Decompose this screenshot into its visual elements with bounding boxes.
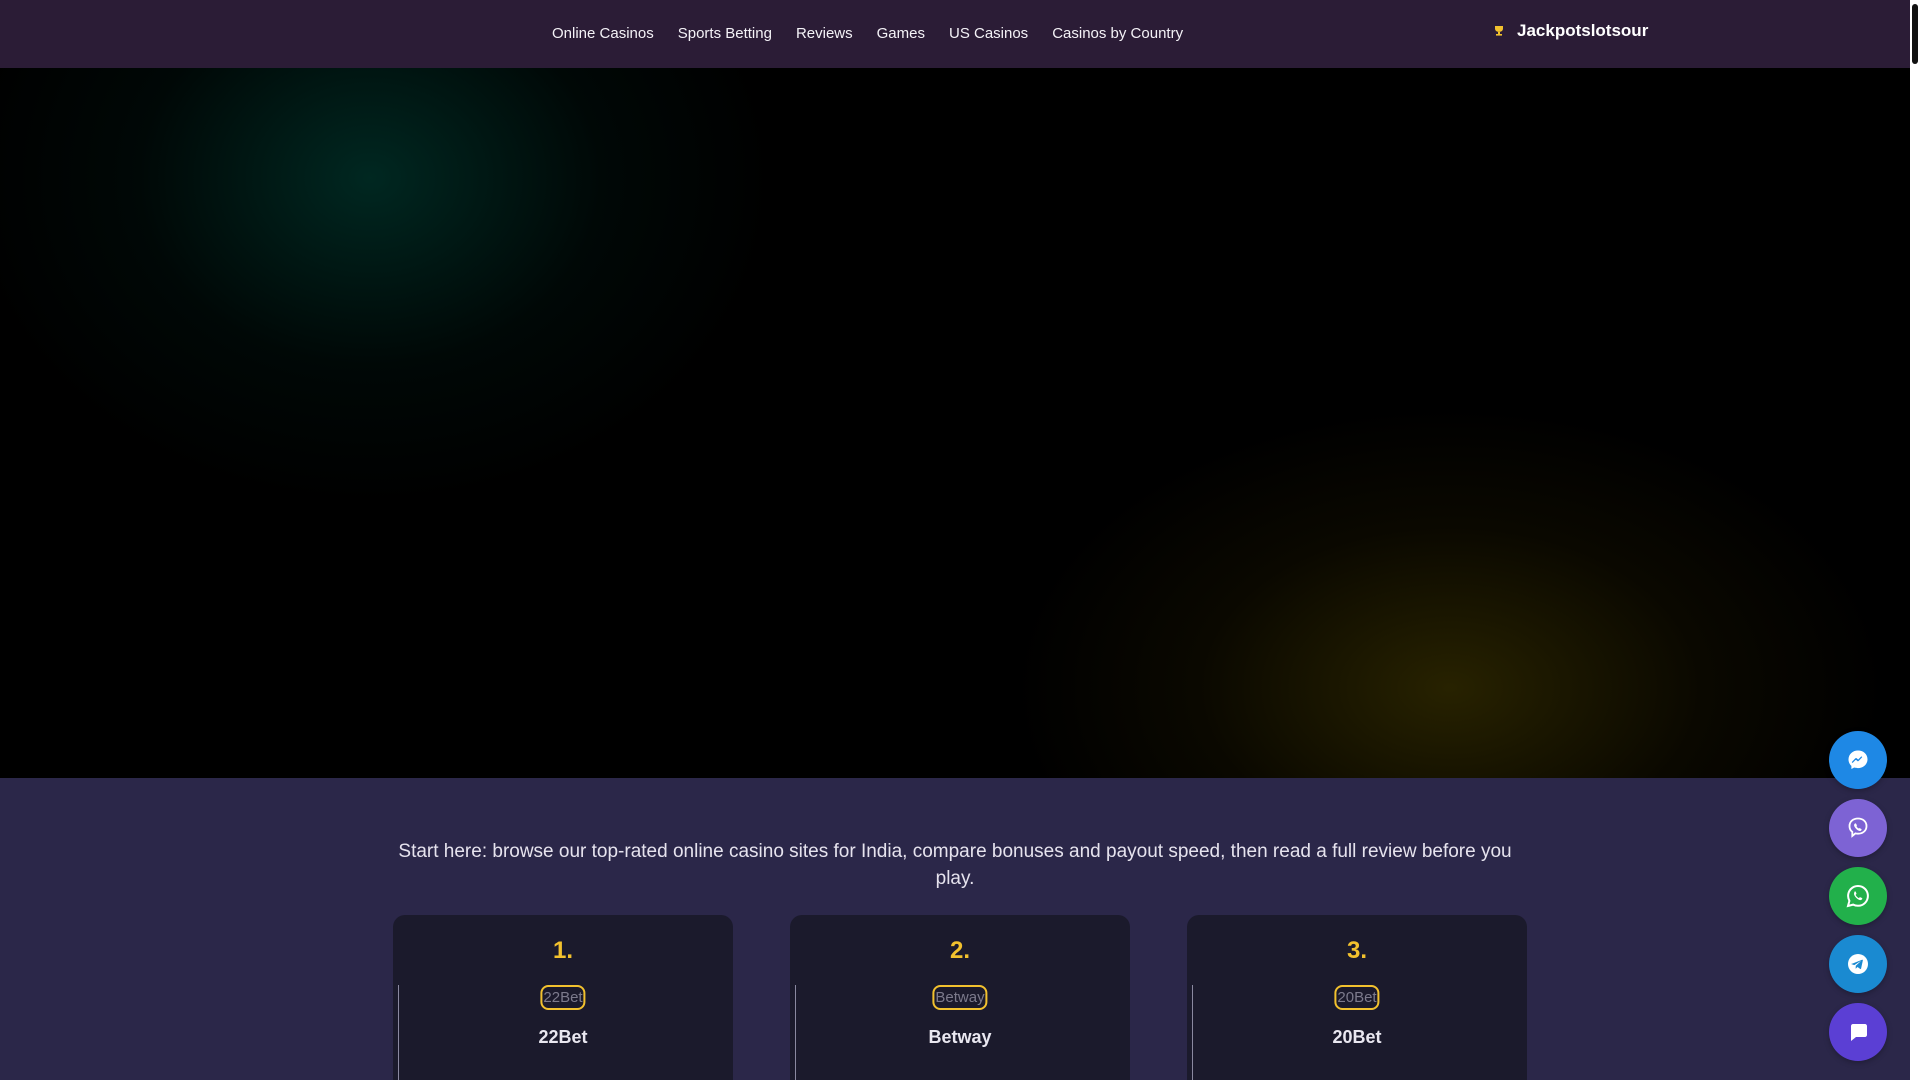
nav-games[interactable]: Games	[877, 25, 925, 42]
whatsapp-icon	[1846, 884, 1869, 908]
whatsapp-button[interactable]	[1829, 867, 1887, 925]
casino-name: Betway	[928, 1027, 992, 1047]
telegram-icon	[1848, 954, 1868, 974]
nav-casinos-by-country[interactable]: Casinos by Country	[1052, 25, 1183, 42]
telegram-button[interactable]	[1829, 935, 1887, 993]
top-navigation-bar: Online Casinos Sports Betting Reviews Ga…	[0, 0, 1910, 68]
casino-card-3[interactable]: 3. 20Bet 20Bet	[1187, 915, 1527, 1080]
nav-reviews[interactable]: Reviews	[796, 25, 853, 42]
chat-icon	[1851, 1024, 1867, 1041]
viber-icon	[1848, 817, 1868, 838]
live-chat-button[interactable]	[1829, 1003, 1887, 1061]
intro-text: Start here: browse our top-rated online …	[398, 841, 1512, 889]
card-rank: 2.	[949, 937, 970, 964]
card-rank: 3.	[1346, 937, 1367, 964]
site-brand-link[interactable]: Jackpotslotsour	[1493, 19, 1648, 43]
nav-us-casinos[interactable]: US Casinos	[949, 25, 1028, 42]
casino-logo-image[interactable]: 22Bet	[540, 985, 586, 1010]
viber-button[interactable]	[1829, 799, 1887, 857]
casino-card-1[interactable]: 1. 22Bet 22Bet	[393, 915, 733, 1080]
messenger-button[interactable]	[1829, 731, 1887, 789]
trophy-icon	[1495, 26, 1503, 36]
messenger-icon	[1848, 750, 1868, 769]
casino-name: 20Bet	[1332, 1027, 1382, 1047]
casino-logo-image[interactable]: Betway	[932, 985, 988, 1010]
casino-name: 22Bet	[538, 1027, 588, 1047]
page-scrollbar[interactable]	[1910, 0, 1920, 1080]
nav-sports-betting[interactable]: Sports Betting	[678, 25, 772, 42]
card-rank: 1.	[552, 937, 573, 964]
hero-banner	[0, 68, 1910, 778]
scrollbar-thumb[interactable]	[1912, 4, 1918, 64]
casino-logo-image[interactable]: 20Bet	[1334, 985, 1380, 1010]
casino-card-2[interactable]: 2. Betway Betway	[790, 915, 1130, 1080]
brand-name: Jackpotslotsour	[1517, 21, 1649, 40]
main-nav: Online Casinos Sports Betting Reviews Ga…	[552, 23, 1207, 43]
nav-online-casinos[interactable]: Online Casinos	[552, 25, 654, 42]
